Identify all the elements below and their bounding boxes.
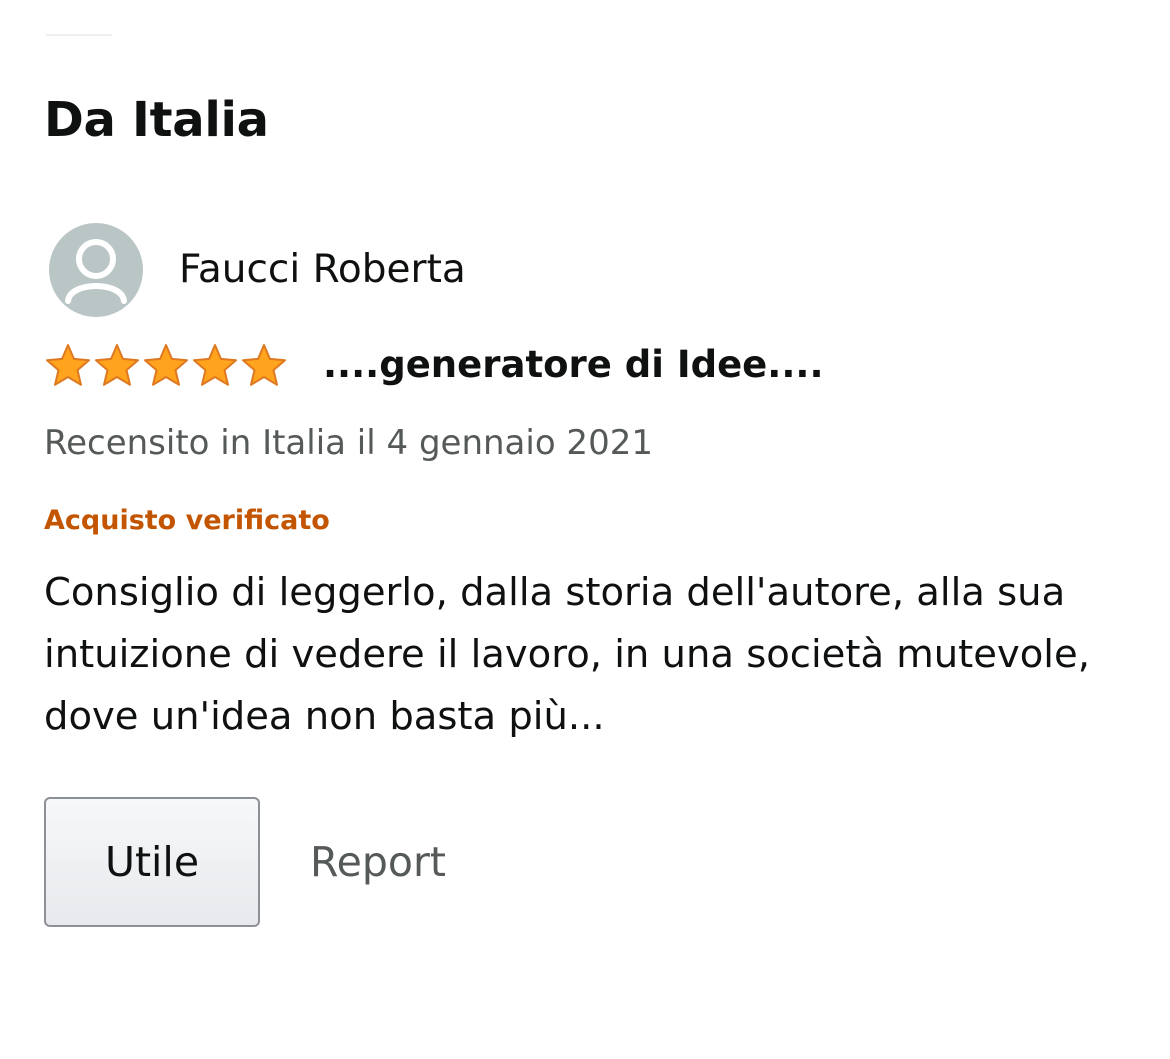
verified-purchase-badge: Acquisto verificato [44,505,330,536]
person-icon [65,239,127,304]
review-body: Consiglio di leggerlo, dalla storia dell… [44,570,1090,739]
reviewer-name: Faucci Roberta [179,247,466,292]
star-icon [95,344,139,386]
top-divider [46,34,112,36]
reviewer-profile[interactable]: Faucci Roberta [49,222,466,318]
review-date: Recensito in Italia il 4 gennaio 2021 [44,423,653,463]
review-actions: Utile Report [44,797,446,927]
star-icon [46,344,90,386]
star-rating[interactable] [44,342,289,388]
section-title: Da Italia [44,92,269,148]
star-icon [193,344,237,386]
avatar [49,223,143,317]
star-icon [242,344,286,386]
review-title[interactable]: ....generatore di Idee.... [323,340,824,390]
report-link[interactable]: Report [310,838,446,886]
rating-row: ....generatore di Idee.... [44,340,824,390]
star-icon [144,344,188,386]
helpful-button[interactable]: Utile [44,797,260,927]
